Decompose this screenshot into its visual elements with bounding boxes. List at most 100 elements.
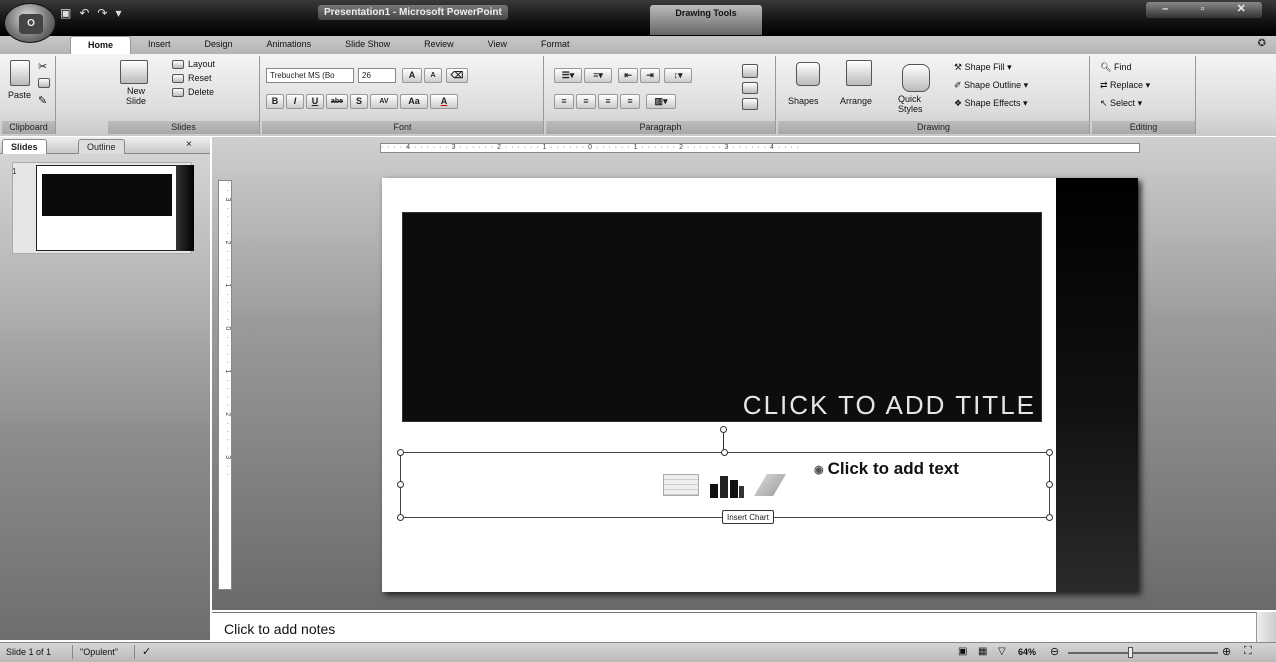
decrease-indent-button[interactable]: ⇤ [618,68,638,83]
notes-scrollbar[interactable] [1256,612,1276,642]
bullets-button[interactable]: ☰▾ [554,68,582,83]
zoom-slider-thumb[interactable] [1128,647,1133,658]
tab-slide-show[interactable]: Slide Show [328,36,407,54]
layout-button[interactable]: Layout [188,59,215,69]
bold-button[interactable]: B [266,94,284,109]
cut-icon[interactable]: ✂ [38,60,47,73]
delete-button[interactable]: Delete [188,87,214,97]
shape-effects-button[interactable]: ❖ Shape Effects ▾ [954,98,1027,109]
resize-handle-top[interactable] [721,449,728,456]
clear-formatting-button[interactable]: ⌫ [446,68,468,83]
customize-icon[interactable]: ▾ [115,6,121,22]
rotation-handle[interactable] [720,426,727,433]
quick-styles-button[interactable]: Quick Styles [898,94,938,114]
select-button[interactable]: ↖ Select ▾ [1100,98,1142,109]
align-right-button[interactable]: ≡ [598,94,618,109]
save-icon[interactable]: ▣ [60,6,71,22]
normal-view-icon[interactable]: ▣ [958,646,967,657]
tab-format[interactable]: Format [524,36,587,54]
shape-fill-button[interactable]: ⚒ Shape Fill ▾ [954,62,1012,73]
replace-button[interactable]: ⇄ Replace ▾ [1100,80,1150,91]
strikethrough-button[interactable]: abe [326,94,348,109]
title-bar [0,0,1276,36]
resize-handle-top-left[interactable] [397,449,404,456]
tab-animations[interactable]: Animations [250,36,329,54]
line-spacing-button[interactable]: ↕▾ [664,68,692,83]
tab-home[interactable]: Home [70,36,132,54]
text-placeholder-text[interactable]: ◉ Click to add text [814,459,959,479]
zoom-level[interactable]: 64% [1018,647,1036,657]
columns-button[interactable]: ▥▾ [646,94,676,109]
insert-chart-icon[interactable] [708,472,746,498]
tab-slides[interactable]: Slides [2,139,47,154]
text-direction-icon[interactable] [742,64,758,78]
find-label: Find [1113,62,1132,72]
help-icon[interactable]: ✪ [1258,38,1266,49]
replace-label: Replace [1110,80,1144,90]
underline-button[interactable]: U [306,94,324,109]
zoom-out-icon[interactable]: ⊖ [1050,645,1059,658]
group-label-clipboard: Clipboard [2,121,55,134]
tab-insert[interactable]: Insert [131,36,188,54]
tab-view[interactable]: View [471,36,524,54]
pane-close-button[interactable]: × [186,139,192,150]
character-spacing-button[interactable]: AV [370,94,398,109]
justify-button[interactable]: ≡ [620,94,640,109]
group-label-editing: Editing [1092,121,1195,134]
align-center-button[interactable]: ≡ [576,94,596,109]
insert-table-icon[interactable] [663,474,699,496]
tab-design[interactable]: Design [188,36,250,54]
change-case-button[interactable]: Aa [400,94,428,109]
font-family-combo[interactable]: Trebuchet MS (Bo [266,68,354,83]
minimize-button[interactable]: – [1162,2,1168,18]
align-left-button[interactable]: ≡ [554,94,574,109]
zoom-in-icon[interactable]: ⊕ [1222,645,1231,658]
format-painter-icon[interactable]: ✎ [38,94,47,107]
redo-icon[interactable]: ↷ [97,6,107,22]
paste-icon[interactable] [10,60,30,86]
shape-outline-label: Shape Outline [964,80,1022,90]
find-button[interactable]: 🔍︎ Find [1100,62,1131,73]
reset-button[interactable]: Reset [188,73,212,83]
grow-font-button[interactable]: A [402,68,422,83]
fit-to-window-icon[interactable]: ⛶ [1244,645,1252,658]
tab-review[interactable]: Review [407,36,471,54]
shapes-button[interactable]: Shapes [788,96,819,106]
shapes-icon[interactable] [796,62,820,86]
notes-pane[interactable]: Click to add notes [212,612,1256,642]
align-text-icon[interactable] [742,82,758,94]
tab-outline[interactable]: Outline [78,139,125,154]
copy-icon[interactable] [38,78,50,88]
title-placeholder-text[interactable]: CLICK TO ADD TITLE [402,390,1040,421]
new-slide-icon[interactable] [120,60,148,84]
arrange-button[interactable]: Arrange [840,96,872,106]
close-button[interactable]: ✕ [1237,2,1246,18]
font-color-button[interactable]: A [430,94,458,109]
spell-check-icon[interactable]: ✓ [142,645,151,658]
maximize-button[interactable]: ▫ [1201,2,1205,18]
group-font: Trebuchet MS (Bo 26 A A ⌫ B I U abe S AV… [262,56,544,134]
smartart-convert-icon[interactable] [742,98,758,110]
increase-indent-button[interactable]: ⇥ [640,68,660,83]
resize-handle-right[interactable] [1046,481,1053,488]
new-slide-button[interactable]: New Slide [116,86,156,106]
slide-show-icon[interactable]: ▽ [998,646,1006,657]
numbering-button[interactable]: ≡▾ [584,68,612,83]
resize-handle-left[interactable] [397,481,404,488]
shrink-font-button[interactable]: A [424,68,442,83]
office-button[interactable]: O [4,3,56,43]
shadow-button[interactable]: S [350,94,368,109]
font-size-combo[interactable]: 26 [358,68,396,83]
slide-sorter-icon[interactable]: ▦ [978,646,987,657]
arrange-icon[interactable] [846,60,872,86]
italic-button[interactable]: I [286,94,304,109]
quick-styles-icon[interactable] [902,64,930,92]
resize-handle-bottom-right[interactable] [1046,514,1053,521]
resize-handle-top-right[interactable] [1046,449,1053,456]
zoom-slider-track[interactable] [1068,652,1218,654]
shape-outline-button[interactable]: ✐ Shape Outline ▾ [954,80,1028,91]
resize-handle-bottom-left[interactable] [397,514,404,521]
status-bar: Slide 1 of 1 "Opulent" ✓ ▣ ▦ ▽ 64% ⊖ ⊕ ⛶ [0,642,1276,662]
undo-icon[interactable]: ↶ [79,6,89,22]
paste-label[interactable]: Paste [8,90,31,100]
